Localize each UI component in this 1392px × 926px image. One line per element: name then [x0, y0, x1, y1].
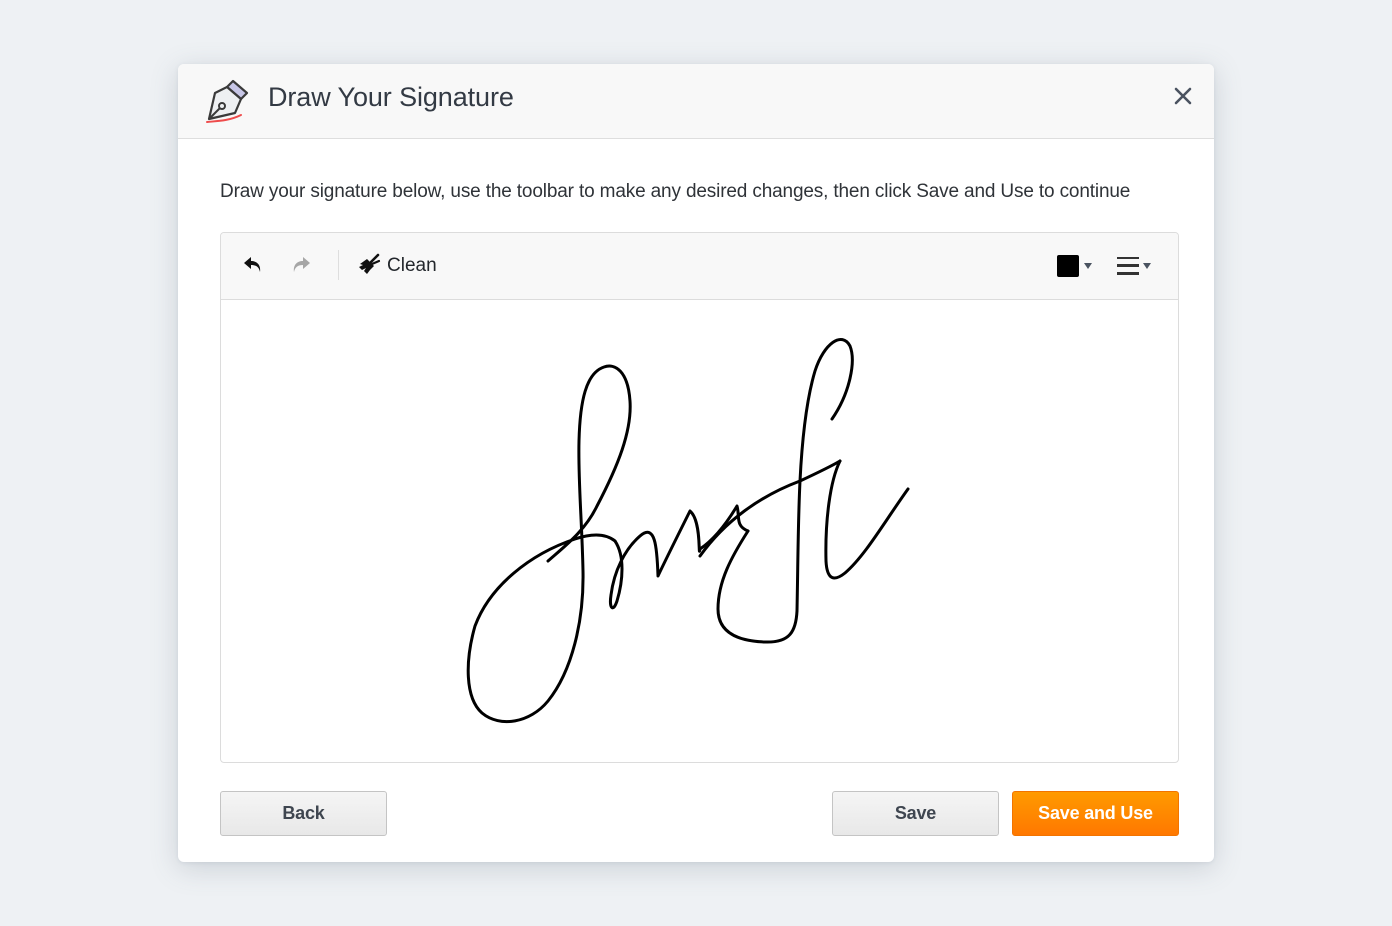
dialog-title: Draw Your Signature — [268, 82, 514, 112]
pen-color-dropdown[interactable] — [1057, 251, 1092, 281]
fountain-pen-icon — [203, 75, 253, 125]
save-and-use-button[interactable]: Save and Use — [1012, 791, 1179, 836]
close-button[interactable] — [1168, 84, 1198, 112]
signature-stroke — [466, 338, 910, 724]
instructions-text: Draw your signature below, use the toolb… — [220, 181, 1131, 202]
dialog-header: Draw Your Signature — [178, 64, 1214, 139]
save-button[interactable]: Save — [832, 791, 999, 836]
signature-canvas[interactable] — [221, 301, 1178, 762]
signature-toolbar: Clean — [221, 233, 1178, 300]
signature-dialog: Draw Your Signature Draw your signature … — [178, 64, 1214, 862]
toolbar-divider — [338, 250, 339, 280]
redo-button[interactable] — [287, 251, 315, 281]
caret-down-icon — [1084, 263, 1092, 269]
redo-icon — [290, 254, 312, 279]
caret-down-icon — [1143, 263, 1151, 269]
line-width-dropdown[interactable] — [1117, 251, 1151, 281]
undo-button[interactable] — [239, 251, 267, 281]
back-button[interactable]: Back — [220, 791, 387, 836]
clean-label: Clean — [387, 255, 437, 276]
color-swatch — [1057, 255, 1079, 277]
undo-icon — [242, 254, 264, 279]
clean-button[interactable]: Clean — [357, 251, 437, 281]
signature-pad: Clean — [220, 232, 1179, 763]
line-width-icon — [1117, 257, 1139, 275]
broom-icon — [357, 252, 381, 281]
close-icon — [1174, 87, 1192, 110]
signature-drawing — [466, 338, 910, 724]
